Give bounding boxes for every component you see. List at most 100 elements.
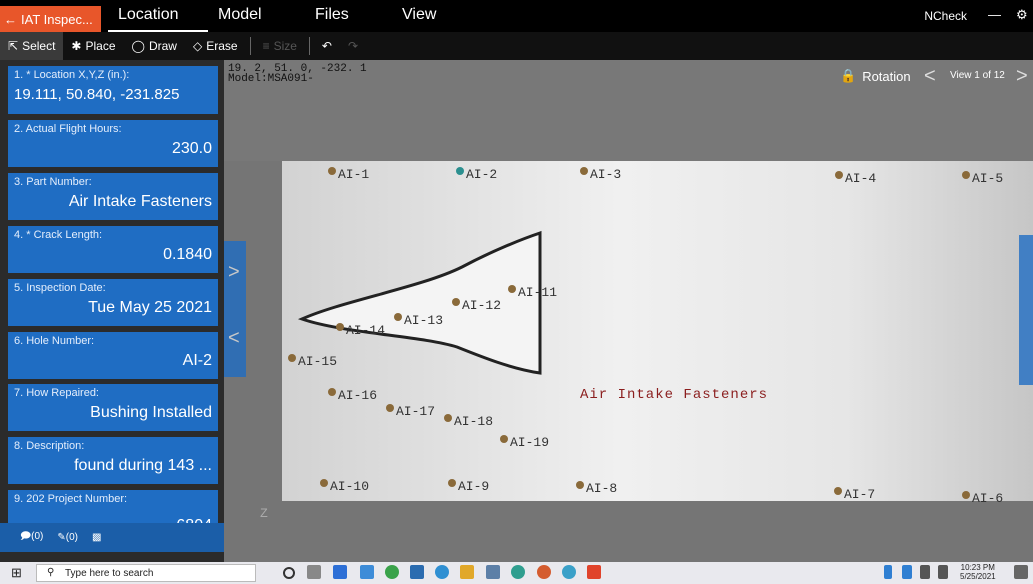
- fastener-point[interactable]: AI-9: [448, 479, 489, 494]
- tray-icon[interactable]: [884, 565, 892, 579]
- fastener-point[interactable]: AI-3: [580, 167, 621, 182]
- point-label: AI-15: [298, 354, 338, 369]
- app-icon[interactable]: [511, 565, 525, 579]
- fastener-point[interactable]: AI-16: [328, 388, 377, 403]
- rotation-toggle[interactable]: 🔒 Rotation: [840, 68, 911, 84]
- point-label: AI-5: [972, 171, 1004, 186]
- qr-code-icon[interactable]: ▩: [92, 532, 101, 543]
- app-icon[interactable]: [333, 565, 347, 579]
- erase-tool-button[interactable]: ◇ Erase: [185, 32, 246, 60]
- intake-shape: [297, 230, 542, 375]
- fastener-point[interactable]: AI-17: [386, 404, 435, 419]
- point-label: AI-6: [972, 491, 1004, 506]
- toolbar-divider: [249, 37, 251, 55]
- edge-icon[interactable]: [435, 565, 449, 579]
- field-how-repaired[interactable]: 7. How Repaired: Bushing Installed: [8, 384, 218, 431]
- lines-icon: ≡: [262, 39, 270, 53]
- outlook-icon[interactable]: [410, 565, 424, 579]
- fastener-point[interactable]: AI-8: [576, 481, 617, 496]
- task-view-icon[interactable]: [307, 565, 321, 579]
- app-icon[interactable]: [537, 565, 551, 579]
- fastener-point[interactable]: AI-12: [452, 298, 501, 313]
- field-label: 3. Part Number:: [14, 176, 92, 188]
- notes-button[interactable]: ✎(0): [57, 532, 78, 543]
- size-label: Size: [273, 39, 297, 53]
- file-explorer-icon[interactable]: [460, 565, 474, 579]
- fastener-point[interactable]: AI-4: [835, 171, 876, 186]
- menu-model[interactable]: Model: [218, 6, 262, 24]
- field-location[interactable]: 1. * Location X,Y,Z (in.): 19.111, 50.84…: [8, 66, 218, 114]
- draw-label: Draw: [148, 39, 177, 53]
- next-view-button[interactable]: >: [1016, 65, 1028, 88]
- place-label: Place: [85, 39, 116, 53]
- size-tool-button[interactable]: ≡ Size: [255, 32, 305, 60]
- fastener-point[interactable]: AI-19: [500, 435, 549, 450]
- fastener-point[interactable]: AI-15: [288, 354, 337, 369]
- menu-location[interactable]: Location: [118, 6, 179, 24]
- app-icon[interactable]: [486, 565, 500, 579]
- point-label: AI-19: [510, 435, 550, 450]
- app-icon[interactable]: [587, 565, 601, 579]
- point-label: AI-18: [454, 414, 494, 429]
- point-marker: [444, 414, 452, 422]
- title-bar: ← IAT Inspec... Location Model Files Vie…: [0, 0, 1033, 32]
- point-marker: [962, 171, 970, 179]
- field-hole-number[interactable]: 6. Hole Number: AI-2: [8, 332, 218, 379]
- fastener-point[interactable]: AI-1: [328, 167, 369, 182]
- fastener-point[interactable]: AI-13: [394, 313, 443, 328]
- files-models-tab[interactable]: [1019, 235, 1033, 385]
- comments-button[interactable]: 🗩(0): [20, 529, 43, 546]
- eraser-icon: ◇: [192, 39, 203, 53]
- field-value: Tue May 25 2021: [88, 299, 212, 316]
- onedrive-icon[interactable]: [902, 565, 912, 579]
- field-inspection-date[interactable]: 5. Inspection Date: Tue May 25 2021: [8, 279, 218, 326]
- app-icon[interactable]: [360, 565, 374, 579]
- fastener-point[interactable]: AI-7: [834, 487, 875, 502]
- select-tool-button[interactable]: ⇱ Select: [0, 32, 64, 60]
- gear-icon[interactable]: ⚙: [1016, 7, 1028, 23]
- arrow-left-icon: ←: [4, 11, 17, 27]
- fastener-point[interactable]: AI-6: [962, 491, 1003, 506]
- 3d-viewport[interactable]: Air Intake Fasteners 19. 2, 51. 0, -232.…: [224, 60, 1033, 562]
- undo-button[interactable]: ↶: [314, 32, 340, 60]
- windows-start-icon[interactable]: ⊞: [11, 565, 22, 581]
- draw-tool-button[interactable]: ◯ Draw: [124, 32, 185, 60]
- taskbar-clock[interactable]: 10:23 PM 5/25/2021: [960, 563, 996, 581]
- toolbar-divider: [308, 37, 310, 55]
- notification-icon[interactable]: [1014, 565, 1028, 579]
- network-icon[interactable]: [920, 565, 930, 579]
- field-crack-length[interactable]: 4. * Crack Length: 0.1840: [8, 226, 218, 273]
- fastener-point[interactable]: AI-11: [508, 285, 557, 300]
- previous-view-button[interactable]: <: [924, 65, 936, 88]
- redo-button[interactable]: ↷: [340, 32, 366, 60]
- taskbar-search-input[interactable]: ⚲ Type here to search: [36, 564, 256, 582]
- fastener-point[interactable]: AI-10: [320, 479, 369, 494]
- fastener-point[interactable]: AI-18: [444, 414, 493, 429]
- toolbar: ⇱ Select ✱ Place ◯ Draw ◇ Erase ≡ Size ↶…: [0, 32, 1033, 60]
- app-icon[interactable]: [562, 565, 576, 579]
- back-button[interactable]: ← IAT Inspec...: [0, 6, 101, 32]
- volume-icon[interactable]: [938, 565, 948, 579]
- place-tool-button[interactable]: ✱ Place: [63, 32, 123, 60]
- rotation-label: Rotation: [862, 68, 911, 84]
- menu-files[interactable]: Files: [315, 6, 349, 24]
- user-name[interactable]: NCheck: [924, 9, 967, 23]
- field-value: 19.111, 50.840, -231.825: [14, 86, 180, 103]
- field-description[interactable]: 8. Description: found during 143 ...: [8, 437, 218, 484]
- field-flight-hours[interactable]: 2. Actual Flight Hours: 230.0: [8, 120, 218, 167]
- field-part-number[interactable]: 3. Part Number: Air Intake Fasteners: [8, 173, 218, 220]
- point-marker: [394, 313, 402, 321]
- minimize-button[interactable]: —: [988, 7, 1001, 22]
- point-label: AI-14: [346, 323, 386, 338]
- cortana-icon[interactable]: [283, 567, 295, 579]
- point-marker: [288, 354, 296, 362]
- sidebar-collapse-tab[interactable]: > <: [224, 241, 246, 377]
- field-value: found during 143 ...: [74, 457, 212, 474]
- fastener-point[interactable]: AI-14: [336, 323, 385, 338]
- point-marker: [336, 323, 344, 331]
- menu-view[interactable]: View: [402, 6, 436, 24]
- fastener-point[interactable]: AI-2: [456, 167, 497, 182]
- erase-label: Erase: [206, 39, 238, 53]
- fastener-point[interactable]: AI-5: [962, 171, 1003, 186]
- chrome-icon[interactable]: [385, 565, 399, 579]
